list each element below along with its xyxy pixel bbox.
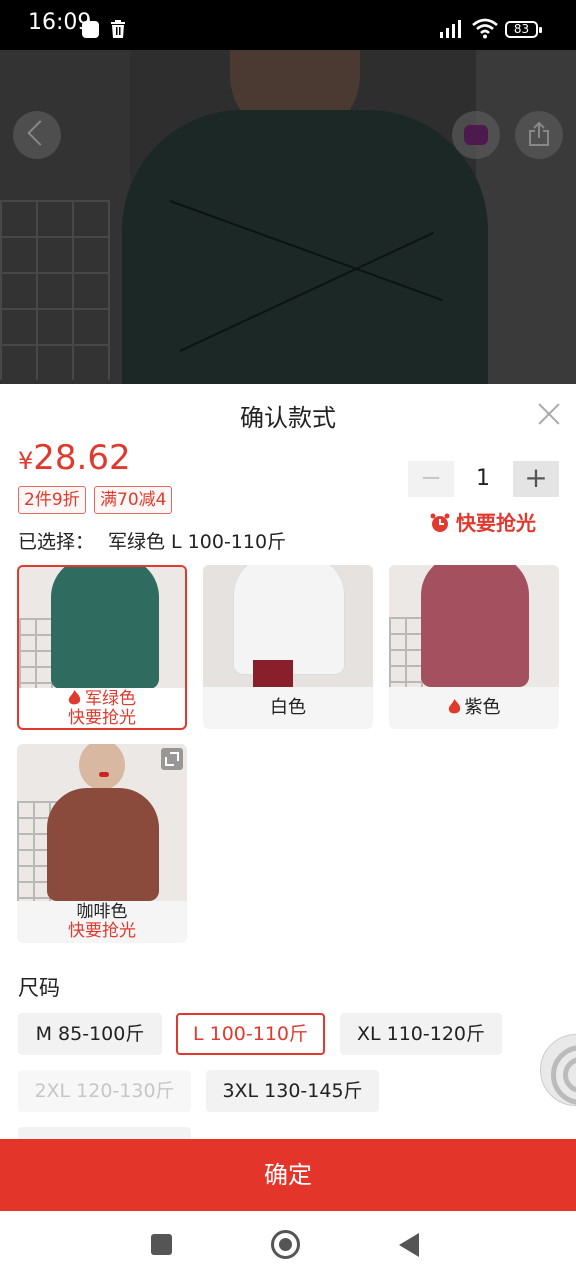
price-currency: ¥	[18, 447, 34, 475]
home-icon[interactable]	[271, 1230, 300, 1259]
color-thumbnail	[17, 744, 187, 901]
wifi-icon	[472, 18, 498, 39]
color-thumbnail	[203, 565, 373, 687]
price: ¥28.62	[18, 438, 131, 478]
size-option-partial[interactable]	[18, 1127, 191, 1139]
back-icon	[27, 120, 53, 146]
signal-icon	[440, 20, 461, 38]
color-tag: 快要抢光	[68, 708, 136, 728]
quantity-stepper: − 1 +	[408, 461, 559, 497]
system-nav-bar	[0, 1211, 576, 1280]
size-option-l[interactable]: L 100-110斤	[176, 1013, 325, 1055]
back-nav-icon[interactable]	[399, 1233, 419, 1257]
color-option-white[interactable]: 白色	[203, 565, 373, 729]
size-option-3xl[interactable]: 3XL 130-145斤	[206, 1070, 379, 1112]
increase-button[interactable]: +	[513, 461, 559, 497]
promo-badge: 满70减4	[94, 486, 173, 514]
hurry-badge: 快要抢光	[430, 507, 536, 537]
color-option-purple[interactable]: 紫色	[389, 565, 559, 729]
sheet-title: 确认款式	[240, 404, 336, 432]
selected-prefix: 已选择：	[18, 531, 95, 553]
share-icon	[529, 122, 549, 146]
floating-assistant-button[interactable]	[540, 1034, 576, 1106]
fire-icon	[68, 690, 81, 705]
size-section-title: 尺码	[18, 976, 60, 1000]
expand-icon[interactable]	[161, 748, 183, 770]
selected-value: 军绿色 L 100-110斤	[108, 531, 287, 553]
favorite-button[interactable]	[452, 111, 500, 159]
screen: 16:09 83 确认款式 ¥28.62 2件9折 满70减4 − 1 + 快要…	[0, 0, 576, 1280]
promo-badge: 2件9折	[18, 486, 86, 514]
alarm-icon	[430, 513, 450, 532]
size-option-2xl: 2XL 120-130斤	[18, 1070, 191, 1112]
back-button[interactable]	[13, 111, 61, 159]
color-name: 军绿色	[85, 689, 136, 709]
selected-summary: 已选择： 军绿色 L 100-110斤	[18, 527, 286, 554]
hurry-label: 快要抢光	[456, 511, 536, 535]
size-option-xl[interactable]: XL 110-120斤	[340, 1013, 502, 1055]
color-thumbnail	[19, 567, 185, 688]
status-bar: 16:09 83	[0, 0, 576, 50]
price-value: 28.62	[33, 438, 131, 478]
confirm-button[interactable]: 确定	[0, 1139, 576, 1211]
size-option-m[interactable]: M 85-100斤	[18, 1013, 162, 1055]
color-option-coffee[interactable]: 咖啡色 快要抢光	[17, 744, 187, 943]
decrease-button[interactable]: −	[408, 461, 454, 497]
fire-icon	[448, 699, 460, 714]
close-icon[interactable]	[537, 402, 561, 426]
color-tag: 快要抢光	[68, 921, 136, 941]
trash-icon	[111, 20, 125, 38]
recents-icon[interactable]	[151, 1234, 172, 1255]
color-name: 白色	[270, 697, 306, 718]
product-image-backdrop[interactable]	[0, 50, 576, 384]
sku-sheet: 确认款式 ¥28.62 2件9折 满70减4 − 1 + 快要抢光 已选择： 军绿…	[0, 384, 576, 1280]
share-button[interactable]	[515, 111, 563, 159]
color-name: 紫色	[464, 697, 501, 718]
battery-icon: 83	[505, 21, 542, 38]
color-name: 咖啡色	[76, 902, 128, 922]
product-photo	[122, 110, 488, 384]
quantity-value[interactable]: 1	[460, 461, 506, 497]
color-thumbnail	[389, 565, 559, 687]
color-option-army-green[interactable]: 军绿色 快要抢光	[17, 565, 187, 730]
notification-icon	[82, 21, 99, 38]
favorite-icon	[464, 125, 488, 145]
